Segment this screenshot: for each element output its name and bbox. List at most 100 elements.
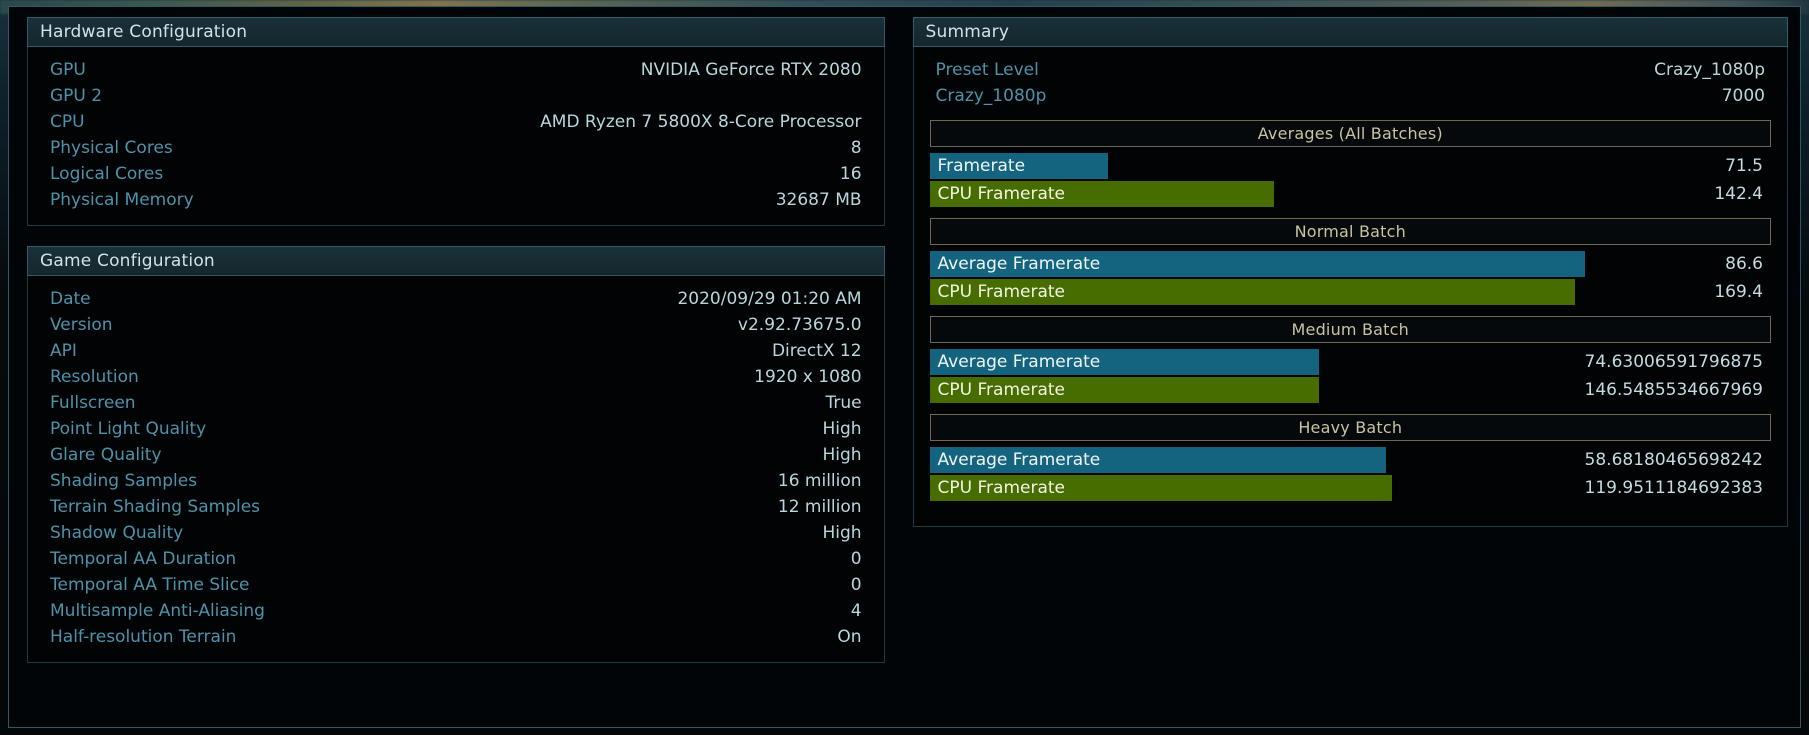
bar-row: Framerate 71.5 bbox=[929, 153, 1771, 179]
row-value: High bbox=[822, 445, 862, 465]
row-label: Physical Cores bbox=[50, 138, 173, 158]
hardware-configuration-title: Hardware Configuration bbox=[40, 22, 248, 42]
row-value: On bbox=[837, 627, 862, 647]
row-label: Temporal AA Duration bbox=[50, 549, 237, 569]
batch-header-label: Medium Batch bbox=[1291, 320, 1409, 339]
batch-header-medium: Medium Batch bbox=[929, 316, 1771, 343]
table-row: Temporal AA Duration 0 bbox=[50, 546, 862, 572]
row-value: 32687 MB bbox=[775, 190, 862, 210]
row-value: 1920 x 1080 bbox=[754, 367, 862, 387]
row-label: Version bbox=[50, 315, 113, 335]
benchmark-results-screen: Hardware Configuration GPU NVIDIA GeForc… bbox=[0, 0, 1809, 735]
bar-row: CPU Framerate 146.5485534667969 bbox=[929, 377, 1771, 403]
table-row: Logical Cores 16 bbox=[50, 161, 862, 187]
row-label: Preset Level bbox=[935, 60, 1039, 80]
table-row: Resolution 1920 x 1080 bbox=[50, 364, 862, 390]
bar-row: CPU Framerate 119.9511184692383 bbox=[929, 475, 1771, 501]
row-value: High bbox=[822, 523, 862, 543]
bar-value: 146.5485534667969 bbox=[1584, 380, 1763, 400]
bar-value: 58.68180465698242 bbox=[1584, 450, 1763, 470]
bar-label: Average Framerate bbox=[937, 254, 1101, 274]
row-label: Temporal AA Time Slice bbox=[50, 575, 250, 595]
row-label: Date bbox=[50, 289, 91, 309]
hardware-configuration-body: GPU NVIDIA GeForce RTX 2080 GPU 2 CPU AM… bbox=[27, 47, 885, 226]
row-value: AMD Ryzen 7 5800X 8-Core Processor bbox=[540, 112, 862, 132]
row-label: Physical Memory bbox=[50, 190, 194, 210]
table-row: Version v2.92.73675.0 bbox=[50, 312, 862, 338]
bar-label: CPU Framerate bbox=[937, 184, 1066, 204]
row-label: Shadow Quality bbox=[50, 523, 184, 543]
table-row: Preset Level Crazy_1080p bbox=[936, 57, 1765, 83]
table-row: Multisample Anti-Aliasing 4 bbox=[50, 598, 862, 624]
row-value: 8 bbox=[850, 138, 862, 158]
results-content: Hardware Configuration GPU NVIDIA GeForc… bbox=[9, 7, 1800, 727]
bar-value: 169.4 bbox=[1714, 282, 1763, 302]
right-column: Summary Preset Level Crazy_1080p Crazy_1… bbox=[912, 17, 1788, 719]
bar-group-normal: Average Framerate 86.6 CPU Framerate 169… bbox=[929, 251, 1771, 305]
row-value: 4 bbox=[850, 601, 862, 621]
row-value: True bbox=[825, 393, 862, 413]
table-row: Point Light Quality High bbox=[50, 416, 862, 442]
table-row: Terrain Shading Samples 12 million bbox=[50, 494, 862, 520]
bar-value: 74.63006591796875 bbox=[1584, 352, 1763, 372]
table-row: Shading Samples 16 million bbox=[50, 468, 862, 494]
row-label: GPU 2 bbox=[50, 86, 103, 106]
bar-row: Average Framerate 74.63006591796875 bbox=[929, 349, 1771, 375]
panel-spacer bbox=[27, 226, 885, 246]
table-row: API DirectX 12 bbox=[50, 338, 862, 364]
table-row: Shadow Quality High bbox=[50, 520, 862, 546]
row-label: Half-resolution Terrain bbox=[50, 627, 237, 647]
row-value: NVIDIA GeForce RTX 2080 bbox=[640, 60, 862, 80]
bar-row: CPU Framerate 169.4 bbox=[929, 279, 1771, 305]
summary-header: Summary bbox=[912, 17, 1788, 47]
bar-group-medium: Average Framerate 74.63006591796875 CPU … bbox=[929, 349, 1771, 403]
left-column: Hardware Configuration GPU NVIDIA GeForc… bbox=[27, 17, 885, 719]
batch-header-averages: Averages (All Batches) bbox=[929, 120, 1771, 147]
row-label: CPU bbox=[50, 112, 85, 132]
summary-body: Preset Level Crazy_1080p Crazy_1080p 700… bbox=[912, 47, 1788, 527]
benchmark-window: Hardware Configuration GPU NVIDIA GeForc… bbox=[8, 6, 1801, 728]
row-value: DirectX 12 bbox=[771, 341, 862, 361]
row-value: 0 bbox=[850, 575, 862, 595]
row-label: Shading Samples bbox=[50, 471, 198, 491]
bar-label: CPU Framerate bbox=[937, 380, 1066, 400]
bar-value: 142.4 bbox=[1714, 184, 1763, 204]
row-label: Logical Cores bbox=[50, 164, 164, 184]
table-row: CPU AMD Ryzen 7 5800X 8-Core Processor bbox=[50, 109, 862, 135]
batch-header-normal: Normal Batch bbox=[929, 218, 1771, 245]
row-label: Crazy_1080p bbox=[935, 86, 1047, 106]
summary-key-values: Preset Level Crazy_1080p Crazy_1080p 700… bbox=[930, 57, 1771, 109]
table-row: Temporal AA Time Slice 0 bbox=[50, 572, 862, 598]
row-label: Fullscreen bbox=[50, 393, 136, 413]
bar-label: Average Framerate bbox=[937, 352, 1101, 372]
game-configuration-header: Game Configuration bbox=[27, 246, 885, 276]
table-row: Physical Memory 32687 MB bbox=[50, 187, 862, 213]
table-row: GPU NVIDIA GeForce RTX 2080 bbox=[50, 57, 862, 83]
table-row: Half-resolution Terrain On bbox=[50, 624, 862, 650]
summary-title: Summary bbox=[925, 22, 1010, 42]
row-value: 7000 bbox=[1721, 86, 1765, 106]
row-value: 2020/09/29 01:20 AM bbox=[677, 289, 862, 309]
hardware-configuration-header: Hardware Configuration bbox=[27, 17, 885, 47]
row-value: 12 million bbox=[777, 497, 862, 517]
row-label: Glare Quality bbox=[50, 445, 162, 465]
row-value: High bbox=[822, 419, 862, 439]
row-label: Terrain Shading Samples bbox=[50, 497, 261, 517]
table-row: Physical Cores 8 bbox=[50, 135, 862, 161]
row-value: 16 million bbox=[777, 471, 862, 491]
game-configuration-body: Date 2020/09/29 01:20 AM Version v2.92.7… bbox=[27, 276, 885, 663]
game-configuration-title: Game Configuration bbox=[40, 251, 215, 271]
table-row: Fullscreen True bbox=[50, 390, 862, 416]
bar-value: 71.5 bbox=[1725, 156, 1763, 176]
bar-label: Framerate bbox=[937, 156, 1026, 176]
table-row: Glare Quality High bbox=[50, 442, 862, 468]
table-row: Crazy_1080p 7000 bbox=[936, 83, 1765, 109]
bar-row: Average Framerate 86.6 bbox=[929, 251, 1771, 277]
bar-group-averages: Framerate 71.5 CPU Framerate 142.4 bbox=[929, 153, 1771, 207]
bar-label: CPU Framerate bbox=[937, 478, 1066, 498]
table-row: GPU 2 bbox=[50, 83, 862, 109]
table-row: Date 2020/09/29 01:20 AM bbox=[50, 286, 862, 312]
batch-header-heavy: Heavy Batch bbox=[929, 414, 1771, 441]
bar-value: 86.6 bbox=[1725, 254, 1763, 274]
batch-header-label: Averages (All Batches) bbox=[1257, 124, 1443, 143]
